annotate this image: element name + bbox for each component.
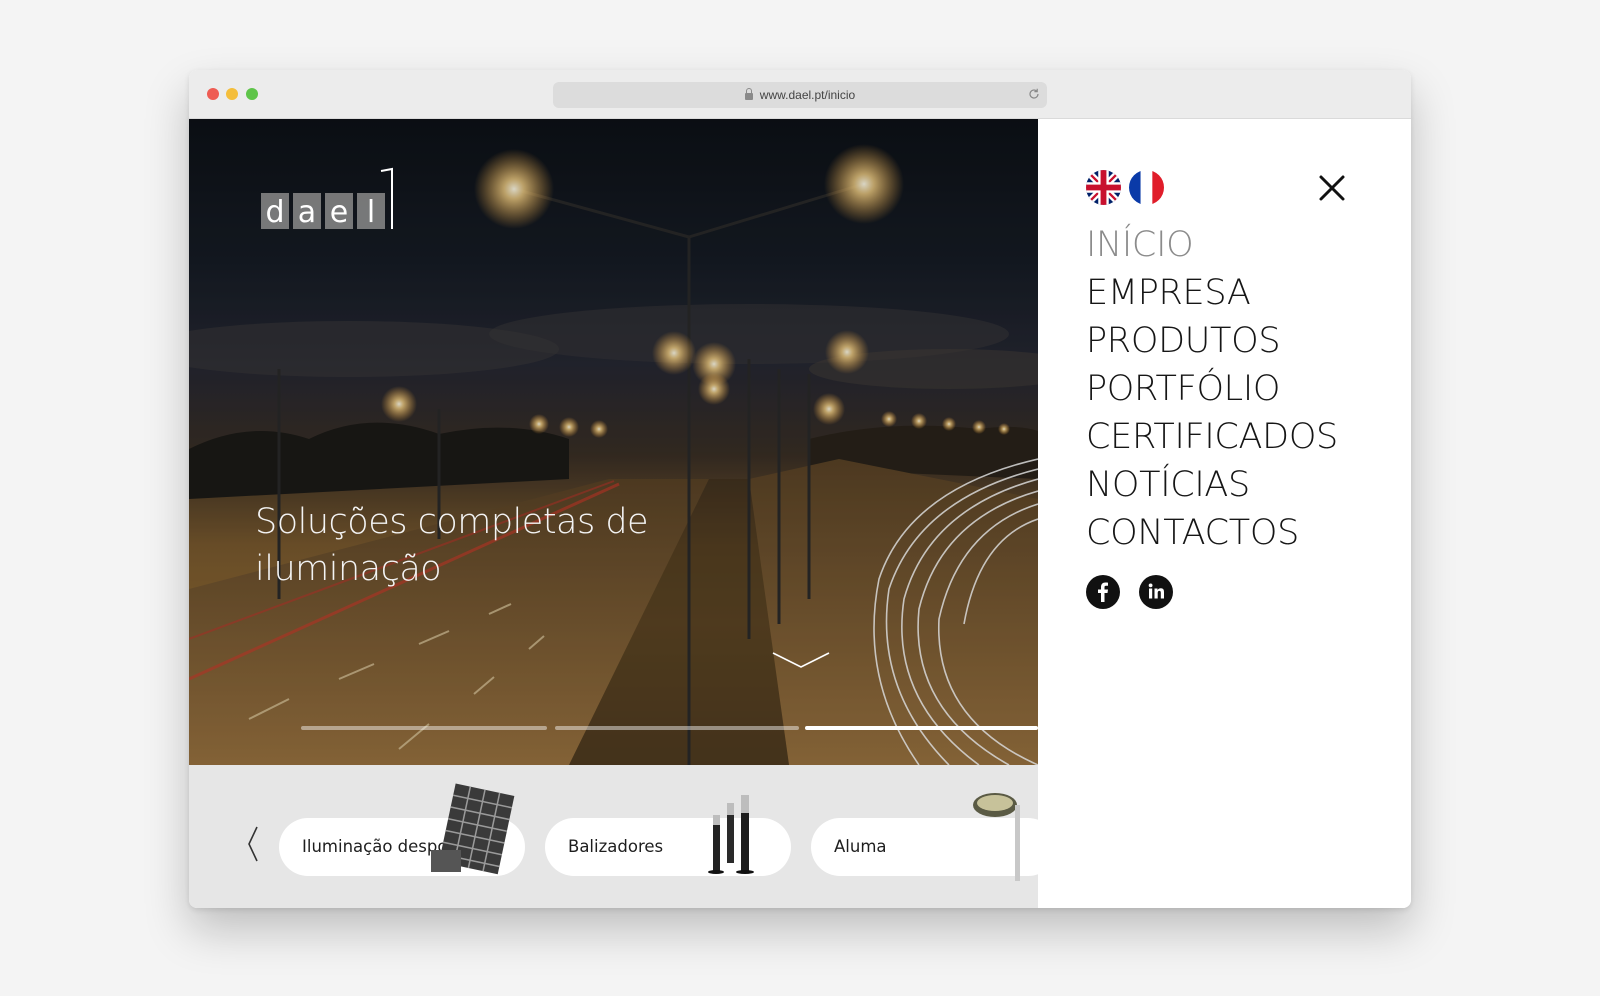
facebook-icon	[1098, 582, 1108, 602]
svg-text:a: a	[298, 195, 316, 230]
svg-text:e: e	[330, 195, 348, 230]
browser-window: www.dael.pt/inicio d a e l Soluções comp…	[189, 70, 1411, 908]
minimize-window-button[interactable]	[226, 88, 238, 100]
zoom-window-button[interactable]	[246, 88, 258, 100]
hero-headline: Soluções completas de iluminação	[255, 502, 649, 589]
main-navigation: INÍCIO EMPRESA PRODUTOS PORTFÓLIO CERTIF…	[1086, 221, 1338, 557]
slide-indicator-3[interactable]	[805, 726, 1038, 730]
linkedin-link[interactable]	[1139, 575, 1173, 609]
nav-item-noticias[interactable]: NOTÍCIAS	[1086, 461, 1338, 509]
facebook-link[interactable]	[1086, 575, 1120, 609]
close-window-button[interactable]	[207, 88, 219, 100]
lock-icon	[744, 87, 753, 100]
close-menu-icon[interactable]	[1318, 174, 1346, 202]
navigation-menu-panel: INÍCIO EMPRESA PRODUTOS PORTFÓLIO CERTIF…	[1038, 119, 1411, 908]
street-luminaire-image	[973, 793, 1020, 881]
bollard-lights-image	[708, 795, 754, 874]
linkedin-icon	[1148, 583, 1164, 599]
scroll-down-icon[interactable]	[771, 649, 831, 671]
prev-arrow-icon[interactable]	[246, 825, 260, 863]
browser-titlebar: www.dael.pt/inicio	[189, 70, 1411, 119]
svg-text:l: l	[367, 195, 375, 230]
fr-flag-icon[interactable]	[1129, 170, 1164, 205]
category-carousel: Iluminação desportiva Balizadores Aluma	[189, 765, 1038, 908]
slide-indicator-1[interactable]	[301, 726, 547, 730]
svg-text:d: d	[265, 195, 284, 230]
nav-item-portfolio[interactable]: PORTFÓLIO	[1086, 365, 1338, 413]
nav-item-certificados[interactable]: CERTIFICADOS	[1086, 413, 1338, 461]
nav-item-inicio[interactable]: INÍCIO	[1086, 221, 1338, 269]
nav-item-contactos[interactable]: CONTACTOS	[1086, 509, 1338, 557]
dael-logo[interactable]: d a e l	[261, 167, 401, 233]
address-bar[interactable]: www.dael.pt/inicio	[553, 82, 1047, 108]
hero-slider[interactable]: d a e l Soluções completas de iluminação	[189, 119, 1038, 765]
reload-icon[interactable]	[1027, 87, 1041, 101]
category-label: Aluma	[834, 837, 887, 856]
nav-item-produtos[interactable]: PRODUTOS	[1086, 317, 1338, 365]
url-text: www.dael.pt/inicio	[759, 88, 856, 102]
nav-item-empresa[interactable]: EMPRESA	[1086, 269, 1338, 317]
slide-indicator-2[interactable]	[555, 726, 799, 730]
category-label: Balizadores	[568, 837, 664, 856]
sports-floodlight-image	[431, 783, 515, 875]
uk-flag-icon[interactable]	[1086, 170, 1121, 205]
